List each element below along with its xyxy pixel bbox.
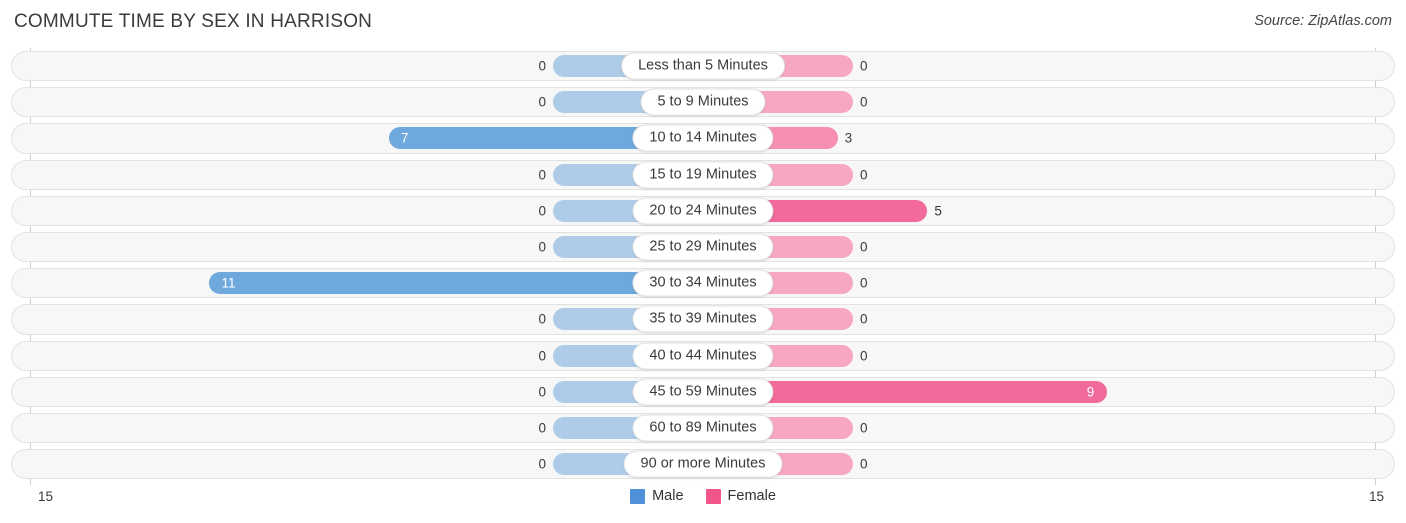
value-label-male: 0 [538, 420, 546, 436]
value-label-male: 0 [538, 311, 546, 327]
bar-row: 0 0 90 or more Minutes [0, 446, 1406, 482]
value-label-female: 9 [1086, 384, 1095, 400]
legend-swatch-female-icon [705, 488, 721, 504]
bar-male[interactable] [209, 272, 703, 295]
category-label: 5 to 9 Minutes [640, 88, 766, 116]
chart-header: COMMUTE TIME BY SEX IN HARRISON Source: … [0, 0, 1406, 46]
source-attribution: Source: ZipAtlas.com [1254, 13, 1392, 29]
legend-label-male: Male [652, 488, 684, 504]
category-label: Less than 5 Minutes [621, 52, 785, 80]
commute-time-chart: COMMUTE TIME BY SEX IN HARRISON Source: … [0, 0, 1406, 523]
value-label-male: 0 [538, 456, 546, 472]
value-label-female: 0 [860, 311, 868, 327]
value-label-male: 0 [538, 203, 546, 219]
row-bars: 0 9 45 to 59 Minutes [0, 374, 1406, 410]
category-label: 10 to 14 Minutes [632, 124, 774, 152]
legend-item-male[interactable]: Male [630, 488, 684, 504]
value-label-male: 7 [400, 130, 409, 146]
row-bars: 0 0 90 or more Minutes [0, 446, 1406, 482]
bar-row: 0 9 45 to 59 Minutes [0, 374, 1406, 410]
row-bars: 11 0 30 to 34 Minutes [0, 265, 1406, 301]
row-bars: 0 0 40 to 44 Minutes [0, 338, 1406, 374]
value-label-female: 0 [860, 167, 868, 183]
row-bars: 7 3 10 to 14 Minutes [0, 120, 1406, 156]
page-title: COMMUTE TIME BY SEX IN HARRISON [14, 11, 373, 32]
value-label-female: 0 [860, 348, 868, 364]
value-label-female: 0 [860, 275, 868, 291]
category-label: 40 to 44 Minutes [632, 342, 774, 370]
legend: Male Female [0, 488, 1406, 504]
category-label: 45 to 59 Minutes [632, 378, 774, 406]
value-label-male: 0 [538, 384, 546, 400]
bar-row: 0 0 40 to 44 Minutes [0, 338, 1406, 374]
bar-row: 7 3 10 to 14 Minutes [0, 120, 1406, 156]
value-label-female: 0 [860, 239, 868, 255]
legend-label-female: Female [727, 488, 776, 504]
category-label: 60 to 89 Minutes [632, 414, 774, 442]
row-bars: 0 0 15 to 19 Minutes [0, 157, 1406, 193]
value-label-female: 0 [860, 58, 868, 74]
value-label-male: 0 [538, 58, 546, 74]
category-label: 30 to 34 Minutes [632, 269, 774, 297]
bar-row: 11 0 30 to 34 Minutes [0, 265, 1406, 301]
bar-row: 0 0 15 to 19 Minutes [0, 157, 1406, 193]
bar-row: 0 0 5 to 9 Minutes [0, 84, 1406, 120]
bar-row: 0 0 35 to 39 Minutes [0, 301, 1406, 337]
value-label-female: 0 [860, 420, 868, 436]
category-label: 25 to 29 Minutes [632, 233, 774, 261]
value-label-male: 11 [221, 275, 236, 291]
bar-row: 0 0 25 to 29 Minutes [0, 229, 1406, 265]
row-bars: 0 0 60 to 89 Minutes [0, 410, 1406, 446]
row-bars: 0 5 20 to 24 Minutes [0, 193, 1406, 229]
chart-footer: 15 15 Male Female [0, 485, 1406, 523]
plot-area: 0 0 Less than 5 Minutes 0 0 5 to 9 Minutes 7 3 1… [0, 48, 1406, 485]
category-label: 35 to 39 Minutes [632, 305, 774, 333]
value-label-female: 3 [844, 130, 853, 146]
row-bars: 0 0 35 to 39 Minutes [0, 301, 1406, 337]
row-bars: 0 0 25 to 29 Minutes [0, 229, 1406, 265]
value-label-male: 0 [538, 167, 546, 183]
value-label-male: 0 [538, 348, 546, 364]
bar-row: 0 0 Less than 5 Minutes [0, 48, 1406, 84]
bar-rows: 0 0 Less than 5 Minutes 0 0 5 to 9 Minutes 7 3 1… [0, 48, 1406, 482]
row-bars: 0 0 Less than 5 Minutes [0, 48, 1406, 84]
value-label-female: 0 [860, 94, 868, 110]
value-label-male: 0 [538, 239, 546, 255]
bar-row: 0 0 60 to 89 Minutes [0, 410, 1406, 446]
value-label-female: 5 [934, 203, 942, 219]
category-label: 15 to 19 Minutes [632, 161, 774, 189]
row-bars: 0 0 5 to 9 Minutes [0, 84, 1406, 120]
value-label-female: 0 [860, 456, 868, 472]
category-label: 90 or more Minutes [623, 450, 783, 478]
bar-row: 0 5 20 to 24 Minutes [0, 193, 1406, 229]
legend-item-female[interactable]: Female [705, 488, 776, 504]
legend-swatch-male-icon [630, 488, 646, 504]
value-label-male: 0 [538, 94, 546, 110]
category-label: 20 to 24 Minutes [632, 197, 774, 225]
